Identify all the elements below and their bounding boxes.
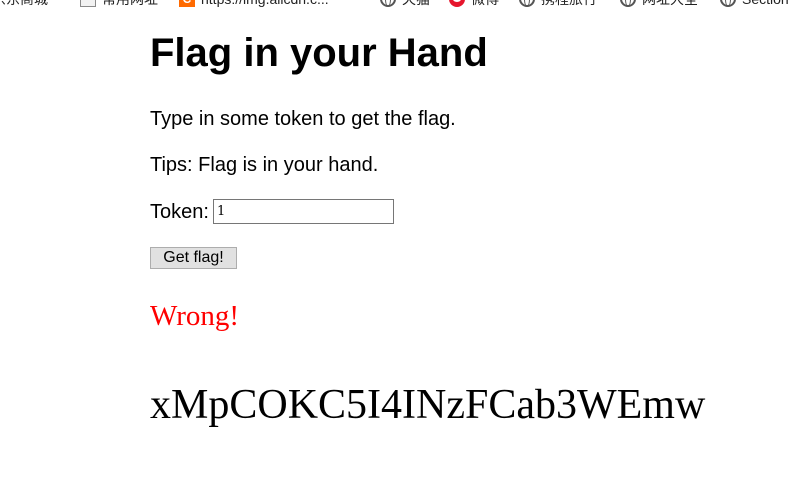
bookmark-label: Section [742,0,789,9]
page-title: Flag in your Hand [150,31,488,75]
bookmark-label: 京东商城 [0,0,48,9]
bookmark-weibo[interactable]: 微博 [449,0,499,9]
globe-icon [380,0,396,7]
tips-text: Tips: Flag is in your hand. [150,154,379,176]
weibo-icon [449,0,465,7]
token-form-row: Token: [150,199,394,224]
bookmark-label: 常用网址 [102,0,158,9]
token-label: Token: [150,200,209,223]
token-input[interactable] [212,199,394,224]
bookmark-label: 网址大全 [642,0,698,9]
bookmark-jd[interactable]: 京东商城 [0,0,48,9]
folder-icon [80,0,96,7]
globe-icon [620,0,636,7]
bookmarks-bar: 京东商城 常用网址 C https://img.alicdn.c... 天猫 微… [0,0,805,9]
bookmark-alicdn[interactable]: C https://img.alicdn.c... [179,0,329,9]
instruction-text: Type in some token to get the flag. [150,108,456,130]
bookmark-label: https://img.alicdn.c... [201,0,329,9]
bookmark-label: 天猫 [402,0,430,9]
globe-icon [720,0,736,7]
bookmark-ctrip[interactable]: 携程旅行 [519,0,597,9]
result-message: Wrong! [150,300,240,332]
get-flag-button[interactable]: Get flag! [150,247,237,269]
bookmark-label: 携程旅行 [541,0,597,9]
globe-icon [519,0,535,7]
bookmark-hao123[interactable]: 网址大全 [620,0,698,9]
bookmark-label: 微博 [471,0,499,9]
bookmark-tmall[interactable]: 天猫 [380,0,430,9]
bookmark-section[interactable]: Section [720,0,789,9]
alibaba-icon: C [179,0,195,7]
bookmark-folder-common[interactable]: 常用网址 [80,0,158,9]
flag-output: xMpCOKC5I4INzFCab3WEmw [150,382,706,428]
